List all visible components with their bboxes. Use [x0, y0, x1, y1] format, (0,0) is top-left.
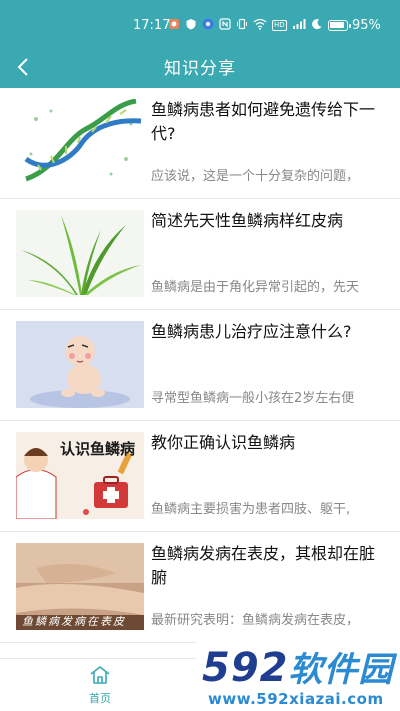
article-item[interactable]: 简述先天性鱼鳞病样红皮病 鱼鳞病是由于角化异常引起的，先天: [0, 199, 400, 310]
watermark-digits: 592: [202, 645, 289, 691]
thumb-caption: 鱼鳞病发病在表皮: [22, 615, 126, 628]
nav-bar: 知识分享: [0, 46, 400, 88]
tab-home[interactable]: 首页: [75, 665, 125, 709]
article-item[interactable]: 认识鱼鳞病 教你正确认识鱼鳞病 鱼鳞病主要损害为患者四肢、躯干,: [0, 421, 400, 532]
article-summary: 应该说，这是一个十分复杂的问题，: [151, 169, 360, 184]
article-title: 鱼鳞病发病在表皮，其根却在脏腑: [151, 544, 376, 587]
app-icon: [202, 18, 214, 33]
status-bar: 17:17 HD 95%: [0, 0, 400, 46]
baby-cartoon-image: [16, 321, 144, 408]
home-icon: [90, 666, 110, 684]
grass-image: [16, 210, 144, 297]
hd-icon: HD: [272, 20, 287, 31]
wifi-icon: [253, 18, 267, 33]
thumb-caption: 认识鱼鳞病: [60, 440, 136, 458]
battery-percent: 95%: [352, 18, 381, 33]
article-item[interactable]: 鱼鳞病患儿治疗应注意什么? 寻常型鱼鳞病一般小孩在2岁左右便: [0, 310, 400, 421]
skin-photo-image: 鱼鳞病发病在表皮: [16, 543, 144, 630]
battery-icon: [328, 20, 351, 31]
vibrate-icon: [236, 18, 248, 33]
article-summary: 寻常型鱼鳞病一般小孩在2岁左右便: [151, 391, 355, 406]
article-summary: 最新研究表明：鱼鳞病发病在表皮，: [151, 613, 360, 628]
status-time: 17:17: [133, 18, 171, 33]
article-title: 鱼鳞病患者如何避免遗传给下一代?: [151, 100, 376, 143]
article-item[interactable]: 鱼鳞病发病在表皮 鱼鳞病发病在表皮，其根却在脏腑 最新研究表明：鱼鳞病发病在表皮…: [0, 532, 400, 643]
watermark-text: 软件园: [288, 650, 394, 690]
watermark-logo: 592软件园 www.592xiazai.com: [196, 636, 400, 711]
article-list: 鱼鳞病患者如何避免遗传给下一代? 应该说，这是一个十分复杂的问题， 简述先天性鱼…: [0, 88, 400, 643]
watermark-url: www.592xiazai.com: [208, 690, 384, 708]
article-title: 鱼鳞病患儿治疗应注意什么?: [151, 322, 352, 341]
doctor-cartoon-image: 认识鱼鳞病: [16, 432, 144, 519]
dna-helix-image: [16, 99, 144, 186]
signal-icon: [292, 18, 306, 33]
article-item[interactable]: 鱼鳞病患者如何避免遗传给下一代? 应该说，这是一个十分复杂的问题，: [0, 88, 400, 199]
article-summary: 鱼鳞病主要损害为患者四肢、躯干,: [151, 502, 351, 517]
status-icons: HD: [168, 18, 323, 33]
shield-icon: [185, 18, 197, 33]
battery-fill: [330, 22, 345, 28]
moon-icon: [311, 18, 323, 33]
article-title: 教你正确认识鱼鳞病: [151, 433, 296, 452]
notification-icon: [168, 18, 180, 33]
page-title: 知识分享: [164, 59, 236, 79]
tab-home-label: 首页: [89, 692, 111, 705]
nfc-icon: [219, 18, 231, 33]
article-title: 简述先天性鱼鳞病样红皮病: [151, 211, 344, 230]
article-summary: 鱼鳞病是由于角化异常引起的，先天: [151, 280, 360, 295]
